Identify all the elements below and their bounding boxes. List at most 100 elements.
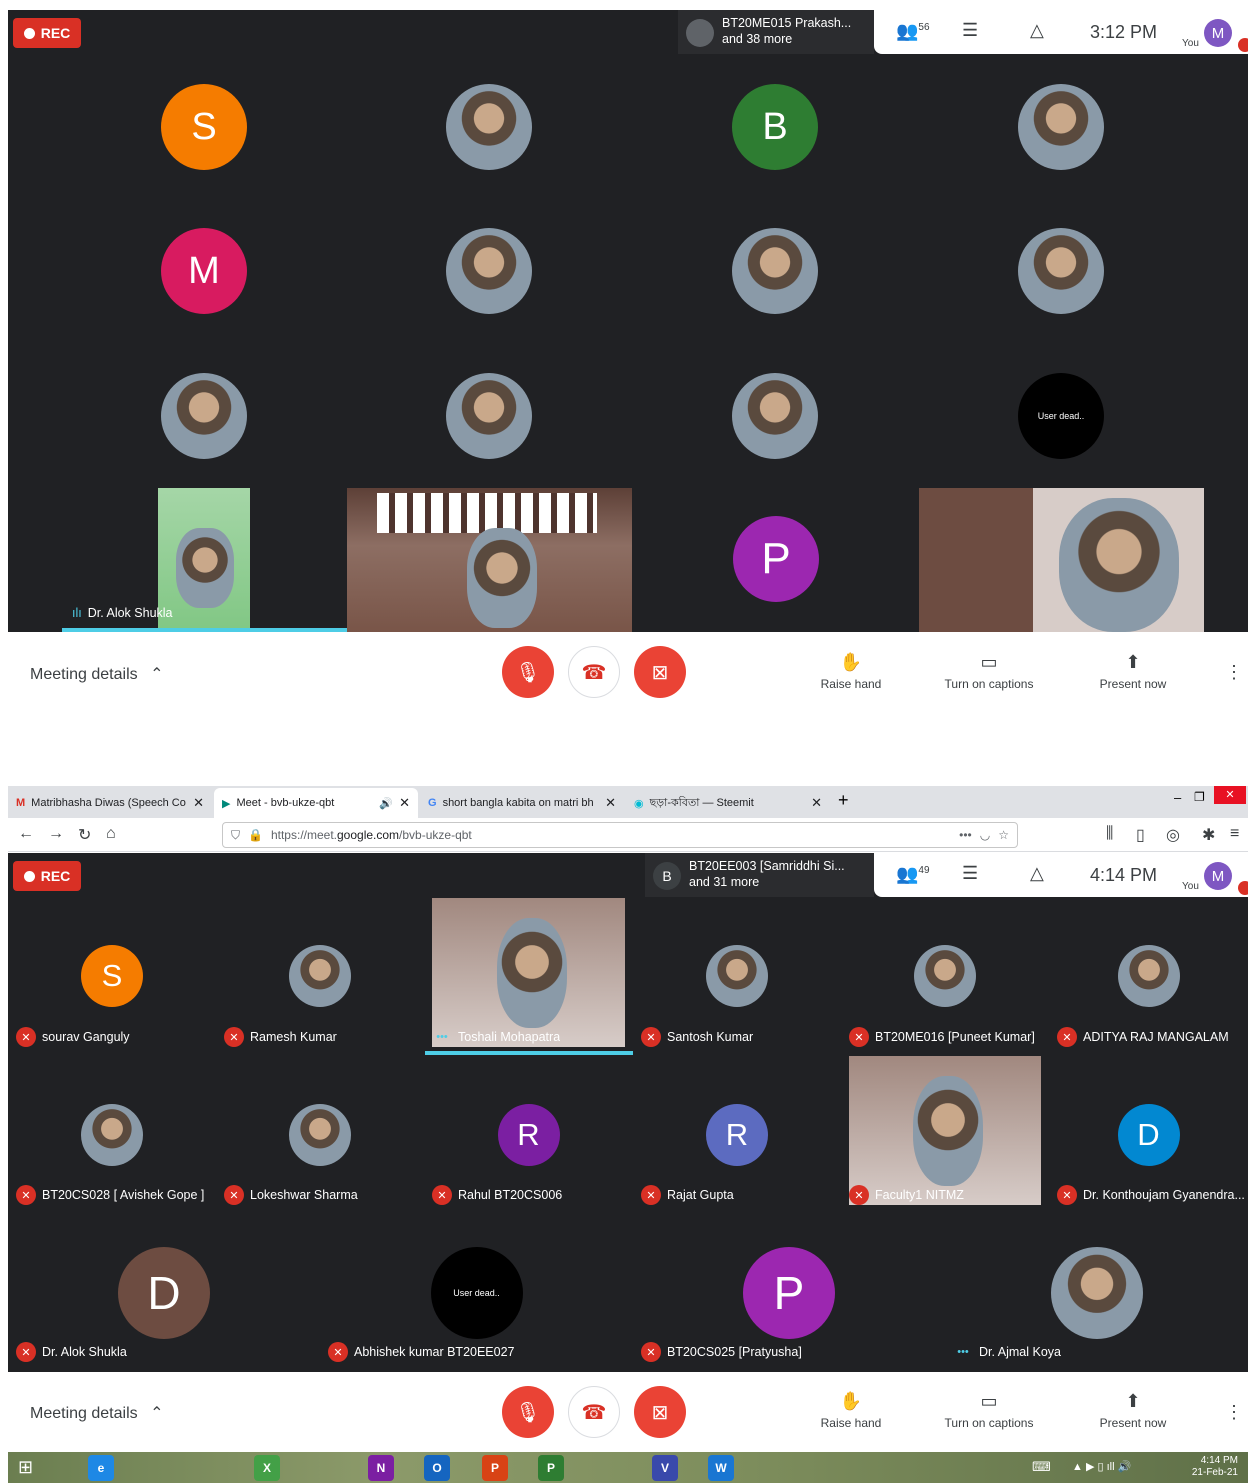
top-video-room[interactable] [347, 488, 632, 632]
library-icon[interactable]: ⫼ [1106, 825, 1113, 843]
tab-meet[interactable]: ▶ Meet - bvb-ukze-qbt 🔊 ✕ [214, 788, 418, 818]
participant-avatar[interactable]: R [497, 1104, 560, 1166]
sidebar-icon[interactable]: ▯ [1136, 825, 1145, 845]
restore-icon[interactable]: ❐ [1194, 790, 1205, 804]
presenter-line1: BT20ME015 Prakash... [722, 16, 852, 30]
taskbar-app-icon[interactable]: V [652, 1455, 678, 1481]
account-icon[interactable]: ◎ [1166, 825, 1180, 845]
new-tab-icon[interactable]: + [838, 790, 849, 811]
participant-avatar[interactable] [914, 945, 976, 1007]
participant-avatar[interactable] [81, 1104, 143, 1166]
top-mic-off-button[interactable]: 🎙 [502, 646, 554, 698]
top-participant-avatar[interactable] [446, 228, 532, 314]
url-bar[interactable]: ⛉ 🔒 https://meet.google.com/bvb-ukze-qbt… [222, 822, 1018, 848]
top-meeting-details[interactable]: Meeting details ⌃ [30, 664, 163, 684]
bottom-hangup-button[interactable]: ☎ [568, 1386, 620, 1438]
participant-avatar[interactable]: D [118, 1247, 210, 1339]
top-avatar-p[interactable]: P [733, 516, 819, 602]
bookmark-star-icon[interactable]: ☆ [998, 828, 1009, 842]
people-icon[interactable]: 👥49 [896, 864, 930, 885]
home-icon[interactable]: ⌂ [106, 825, 116, 843]
tab-steemit[interactable]: ◉ ছড়া-কবিতা — Steemit ✕ [626, 788, 830, 818]
close-icon[interactable]: ✕ [605, 795, 616, 811]
participant-avatar[interactable]: User dead.. [430, 1247, 523, 1339]
close-icon[interactable]: ✕ [193, 795, 204, 811]
keyboard-icon[interactable]: ⌨ [1032, 1459, 1051, 1475]
chat-icon[interactable]: ☰ [962, 20, 978, 41]
taskbar-app-icon[interactable]: X [254, 1455, 280, 1481]
activities-icon[interactable]: △ [1030, 20, 1044, 41]
top-participant-avatar[interactable] [161, 373, 247, 459]
top-participant-avatar[interactable]: S [161, 84, 247, 170]
top-raise-hand[interactable]: ✋ Raise hand [791, 652, 911, 691]
chat-icon[interactable]: ☰ [962, 863, 978, 884]
participant-avatar[interactable] [289, 1104, 351, 1166]
forward-icon[interactable]: → [48, 825, 64, 843]
pocket-icon[interactable]: ◡ [980, 828, 990, 842]
participant-avatar[interactable]: D [1117, 1104, 1180, 1166]
top-participant-avatar[interactable] [732, 228, 818, 314]
bottom-captions[interactable]: ▭ Turn on captions [929, 1391, 1049, 1430]
top-participant-avatar[interactable] [446, 84, 532, 170]
participant-avatar[interactable] [706, 945, 768, 1007]
taskbar-app-icon[interactable]: N [368, 1455, 394, 1481]
top-hangup-button[interactable]: ☎ [568, 646, 620, 698]
window-close-button[interactable]: ✕ [1214, 786, 1246, 804]
top-speaker-name: Dr. Alok Shukla [87, 606, 173, 620]
tray-icons[interactable]: ▲ ▶ ▯ ıll 🔊 [1072, 1460, 1131, 1473]
people-icon[interactable]: 👥56 [896, 21, 930, 42]
top-you-avatar[interactable]: M [1204, 19, 1232, 47]
top-participant-avatar[interactable]: M [161, 228, 247, 314]
top-present-now[interactable]: ⬆ Present now [1073, 652, 1193, 691]
close-icon[interactable]: ✕ [399, 795, 410, 811]
shield-icon: ⛉ [231, 827, 241, 842]
top-camera-off-button[interactable]: ⊠ [634, 646, 686, 698]
participant-avatar[interactable]: S [81, 945, 143, 1007]
activities-icon[interactable]: △ [1030, 863, 1044, 884]
top-video-man[interactable] [919, 488, 1204, 632]
extensions-icon[interactable]: ✱ [1202, 825, 1215, 845]
bottom-presenter-chip[interactable]: B BT20EE003 [Samriddhi Si... and 31 more [645, 853, 874, 897]
top-captions[interactable]: ▭ Turn on captions [929, 652, 1049, 691]
top-participant-avatar[interactable]: B [732, 84, 818, 170]
participant-avatar[interactable]: P [743, 1247, 835, 1339]
top-participant-avatar[interactable] [1018, 84, 1104, 170]
reload-icon[interactable]: ↻ [78, 825, 91, 845]
top-presenter-chip[interactable]: BT20ME015 Prakash... and 38 more [678, 10, 874, 54]
close-icon[interactable]: ✕ [811, 795, 822, 811]
tab-gmail[interactable]: M Matribhasha Diwas (Speech Co ✕ [8, 788, 212, 818]
taskbar-app-icon[interactable]: P [482, 1455, 508, 1481]
menu-icon[interactable]: ≡ [1230, 825, 1239, 843]
participant-avatar[interactable] [1050, 1247, 1143, 1339]
speaker-icon[interactable]: 🔊 [379, 797, 393, 810]
taskbar-app-icon[interactable]: W [708, 1455, 734, 1481]
top-participant-avatar[interactable] [446, 373, 532, 459]
windows-start-icon[interactable]: ⊞ [18, 1457, 33, 1478]
top-participant-avatar[interactable] [732, 373, 818, 459]
bottom-you-avatar[interactable]: M [1204, 862, 1232, 890]
system-clock[interactable]: 4:14 PM 21-Feb-21 [1192, 1455, 1238, 1479]
participant-avatar[interactable]: R [706, 1104, 768, 1166]
top-more-options-icon[interactable]: ⋮ [1225, 662, 1243, 683]
more-actions-icon[interactable]: ••• [959, 828, 972, 842]
participant-avatar[interactable] [289, 945, 351, 1007]
bottom-camera-off-button[interactable]: ⊠ [634, 1386, 686, 1438]
video-tile[interactable] [432, 898, 625, 1047]
taskbar-app-icon[interactable]: e [88, 1455, 114, 1481]
bottom-present-now[interactable]: ⬆ Present now [1073, 1391, 1193, 1430]
mic-muted-icon: ✕ [16, 1185, 36, 1205]
minimize-icon[interactable]: – [1174, 790, 1181, 805]
participant-name: Rahul BT20CS006 [458, 1188, 563, 1202]
back-icon[interactable]: ← [18, 825, 34, 843]
bottom-raise-hand[interactable]: ✋ Raise hand [791, 1391, 911, 1430]
top-participant-avatar[interactable] [1018, 228, 1104, 314]
tab-google[interactable]: G short bangla kabita on matri bh ✕ [420, 788, 624, 818]
bottom-mic-off-button[interactable]: 🎙 [502, 1386, 554, 1438]
top-participant-avatar[interactable]: User dead.. [1018, 373, 1104, 459]
participant-avatar[interactable] [1117, 945, 1180, 1007]
bottom-more-options-icon[interactable]: ⋮ [1225, 1402, 1243, 1423]
taskbar-app-icon[interactable]: O [424, 1455, 450, 1481]
bottom-meeting-details[interactable]: Meeting details ⌃ [30, 1403, 163, 1423]
taskbar-app-icon[interactable]: P [538, 1455, 564, 1481]
video-tile[interactable] [849, 1056, 1041, 1205]
